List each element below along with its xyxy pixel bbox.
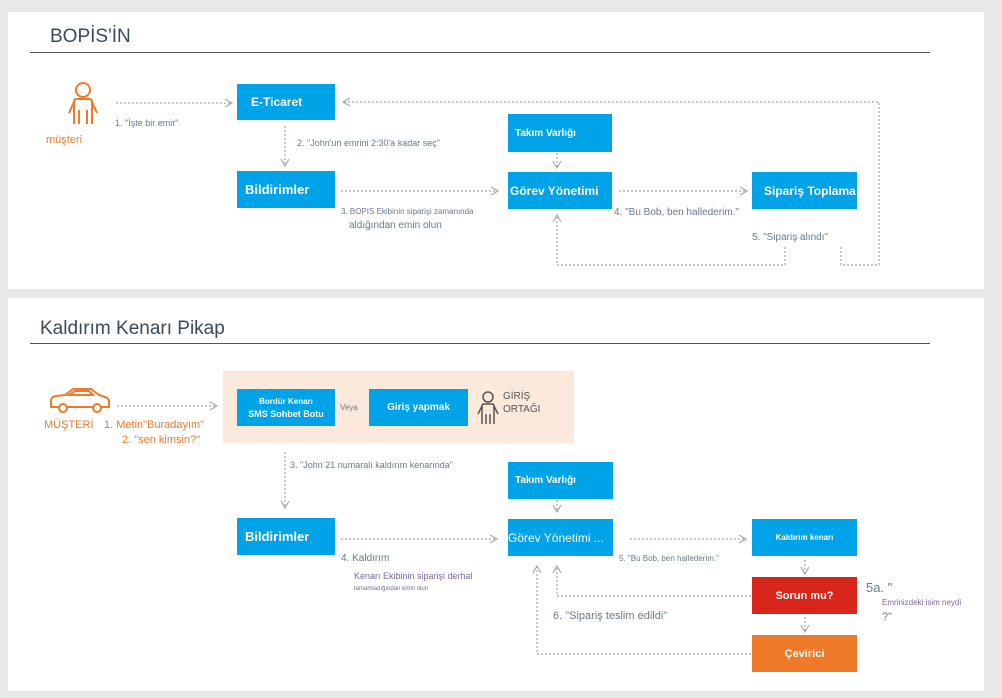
giris-yapmak-box-label: Giriş yapmak [387, 402, 450, 413]
bottom-customer-label: MÜŞTERİ [44, 419, 94, 431]
eticaret-box-label: E-Ticaret [251, 95, 303, 109]
partner-label-1: GİRİŞ [503, 391, 531, 402]
takim-varligi-box: Takım Varlığı [508, 114, 612, 152]
bottom-gorev-yonetimi-box: Görev Yönetimi ... [508, 519, 613, 556]
step-4-label: 4. "Bu Bob, ben hallederim." [614, 207, 739, 218]
step-2-label: 2. "John'un emrini 2:30'a kadar seç" [297, 138, 440, 148]
takim-varligi-box-label: Takım Varlığı [515, 127, 576, 139]
sorun-mu-box: Sorun mu? [752, 577, 857, 614]
sms-chatbot-box: Bordür Kenarı SMS Sohbet Botu [237, 389, 335, 426]
step-5a-label-3: ?" [882, 611, 893, 623]
bottom-step-2-label: 2. "sen kimsin?" [122, 434, 201, 446]
person-icon [68, 82, 98, 124]
car-icon [50, 388, 110, 413]
bottom-gorev-yonetimi-box-label: Görev Yönetimi ... [508, 530, 604, 545]
step-3-label-a: 3. BOPIS Ekibinin siparişi zamanında [341, 207, 474, 216]
step-5a-label: 5a. " [866, 580, 893, 595]
bottom-step-5-label: 5. "Bu Bob, ben hallederim." [619, 554, 719, 563]
bottom-step-3-label: 3. "John 21 numaralı kaldırım kenarında" [290, 460, 453, 470]
kaldirim-kenari-box-label: Kaldırım kenarı [775, 533, 834, 542]
partner-label-2: ORTAĞI [503, 404, 541, 415]
sms-chatbot-box-line2: SMS Sohbet Botu [248, 408, 324, 419]
step-5a-label-2: Emrinizdeki isim neydi [882, 598, 962, 607]
bottom-step-4-label-a: 4. Kaldırım [341, 553, 390, 564]
or-label: Veya [340, 403, 358, 412]
gorev-yonetimi-box: Görev Yönetimi [508, 172, 612, 209]
step-5-label: 5. "Sipariş alındı" [752, 232, 829, 243]
gorev-yonetimi-box-label: Görev Yönetimi [510, 183, 599, 198]
sorun-mu-box-label: Sorun mu? [775, 589, 834, 602]
siparis-toplama-box: Sipariş Toplama [752, 172, 857, 209]
step-3-label-b: aldığından emin olun [349, 220, 442, 231]
customer-label: müşteri [46, 134, 83, 146]
bottom-step-1-label: 1. Metin"Buradayım" [104, 419, 205, 431]
bildirimler-box: Bildirimler [237, 171, 335, 208]
bottom-takim-varligi-box-label: Takım Varlığı [515, 475, 576, 486]
bottom-takim-varligi-box: Takım Varlığı [508, 462, 613, 499]
sms-chatbot-box-line1: Bordür Kenarı [259, 396, 313, 406]
bottom-step-4-label-c: tamamladığından emin olun [354, 586, 429, 592]
loop-sorun-to-gorev [552, 564, 751, 597]
siparis-toplama-box-label: Sipariş Toplama [764, 183, 856, 198]
bottom-step-6-label: 6. "Sipariş teslim edildi" [553, 610, 668, 622]
bottom-bildirimler-box-label: Bildirimler [245, 529, 310, 544]
eticaret-box: E-Ticaret [237, 84, 335, 120]
cevirici-box: Çevirici [752, 635, 857, 672]
loop-siparis-to-gorev [552, 213, 786, 266]
bottom-step-4-label-b: Kenarı Ekibinin siparişi derhal [354, 571, 473, 581]
cevirici-box-label: Çevirici [784, 647, 825, 660]
partner-person-icon [477, 391, 499, 424]
bottom-bildirimler-box: Bildirimler [237, 518, 335, 555]
kaldirim-kenari-box: Kaldırım kenarı [752, 519, 857, 556]
bildirimler-box-label: Bildirimler [245, 182, 310, 197]
giris-yapmak-box: Giriş yapmak [369, 389, 468, 426]
step-1-label: 1. "İşte bir emir" [115, 118, 179, 128]
